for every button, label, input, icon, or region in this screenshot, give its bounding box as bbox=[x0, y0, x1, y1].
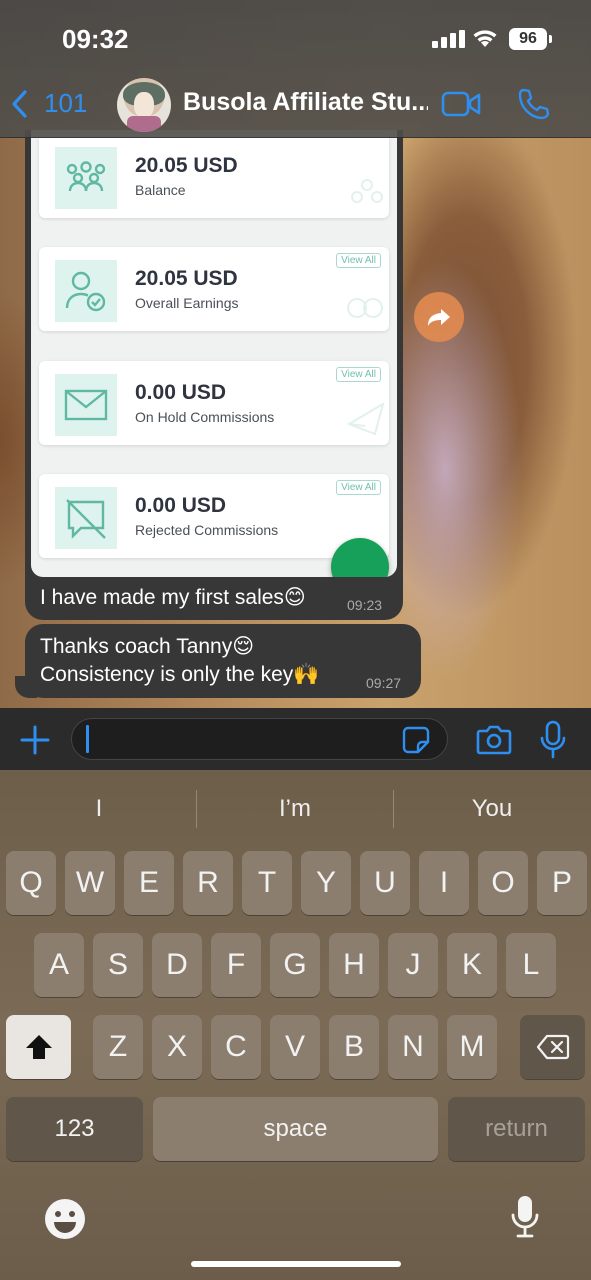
key-a[interactable]: A bbox=[34, 933, 84, 997]
key-c[interactable]: C bbox=[211, 1015, 261, 1079]
message-time: 09:23 bbox=[347, 597, 383, 613]
rejected-label: Rejected Commissions bbox=[135, 522, 279, 538]
key-u[interactable]: U bbox=[360, 851, 410, 915]
numbers-key[interactable]: 123 bbox=[6, 1097, 143, 1161]
users-watermark-icon bbox=[349, 177, 385, 214]
key-w[interactable]: W bbox=[65, 851, 115, 915]
key-l[interactable]: L bbox=[506, 933, 556, 997]
key-g[interactable]: G bbox=[270, 933, 320, 997]
chat-title[interactable]: Busola Affiliate Stu... bbox=[183, 88, 428, 117]
key-e[interactable]: E bbox=[124, 851, 174, 915]
key-p[interactable]: P bbox=[537, 851, 587, 915]
emoji-keyboard-icon[interactable] bbox=[44, 1198, 86, 1240]
delete-key[interactable] bbox=[520, 1015, 585, 1079]
suggestion-3[interactable]: You bbox=[394, 795, 590, 823]
key-q[interactable]: Q bbox=[6, 851, 56, 915]
rejected-commissions-card: View All 0.00 USD Rejected Commissions bbox=[39, 474, 389, 558]
sticker-icon[interactable] bbox=[402, 726, 430, 754]
suggestion-1[interactable]: I bbox=[1, 795, 197, 823]
rejected-amount: 0.00 USD bbox=[135, 494, 227, 517]
key-x[interactable]: X bbox=[152, 1015, 202, 1079]
key-j[interactable]: J bbox=[388, 933, 438, 997]
shift-key[interactable] bbox=[6, 1015, 71, 1079]
home-indicator bbox=[191, 1261, 401, 1267]
key-b[interactable]: B bbox=[329, 1015, 379, 1079]
overall-earnings-card: View All 20.05 USD Overall Earnings bbox=[39, 247, 389, 331]
share-arrow-icon bbox=[428, 309, 450, 326]
users-icon bbox=[55, 147, 117, 209]
key-v[interactable]: V bbox=[270, 1015, 320, 1079]
balance-amount: 20.05 USD bbox=[135, 154, 238, 177]
chevron-left-icon bbox=[12, 89, 27, 118]
key-i[interactable]: I bbox=[419, 851, 469, 915]
on-hold-label: On Hold Commissions bbox=[135, 409, 275, 425]
key-s[interactable]: S bbox=[93, 933, 143, 997]
forward-button[interactable] bbox=[414, 292, 464, 342]
message-off-icon bbox=[55, 487, 117, 549]
plus-icon[interactable] bbox=[19, 724, 51, 756]
key-t[interactable]: T bbox=[242, 851, 292, 915]
backspace-icon bbox=[536, 1034, 569, 1060]
message-time: 09:27 bbox=[366, 675, 402, 691]
view-all-link: View All bbox=[336, 480, 381, 495]
overall-earnings-amount: 20.05 USD bbox=[135, 267, 238, 290]
key-d[interactable]: D bbox=[152, 933, 202, 997]
shift-arrow-icon bbox=[25, 1035, 52, 1059]
camera-icon[interactable] bbox=[476, 723, 512, 755]
image-message-screenshot[interactable]: 20.05 USD Balance View All 20.05 USD Ove… bbox=[31, 130, 397, 577]
video-call-icon[interactable] bbox=[441, 90, 481, 118]
suggestion-2[interactable]: I’m bbox=[197, 795, 393, 823]
message-text-line: Thanks coach Tanny😌 bbox=[40, 635, 255, 658]
key-f[interactable]: F bbox=[211, 933, 261, 997]
return-key[interactable]: return bbox=[448, 1097, 585, 1161]
battery-indicator: 96 bbox=[509, 28, 552, 50]
key-r[interactable]: R bbox=[183, 851, 233, 915]
wifi-icon bbox=[473, 30, 497, 47]
user-watermark-icon bbox=[345, 294, 385, 327]
balance-label: Balance bbox=[135, 182, 186, 198]
balance-card: 20.05 USD Balance bbox=[39, 134, 389, 218]
key-h[interactable]: H bbox=[329, 933, 379, 997]
key-m[interactable]: M bbox=[447, 1015, 497, 1079]
key-k[interactable]: K bbox=[447, 933, 497, 997]
phone-call-icon[interactable] bbox=[516, 87, 550, 121]
microphone-icon[interactable] bbox=[540, 720, 566, 760]
message-text-line: Consistency is only the key🙌 bbox=[40, 663, 320, 686]
key-z[interactable]: Z bbox=[93, 1015, 143, 1079]
overall-earnings-label: Overall Earnings bbox=[135, 295, 239, 311]
space-key[interactable]: space bbox=[153, 1097, 438, 1161]
key-y[interactable]: Y bbox=[301, 851, 351, 915]
unread-count: 101 bbox=[44, 88, 88, 118]
envelope-icon bbox=[55, 374, 117, 436]
view-all-link: View All bbox=[336, 253, 381, 268]
text-caret bbox=[86, 725, 89, 753]
status-time: 09:32 bbox=[62, 24, 129, 54]
key-o[interactable]: O bbox=[478, 851, 528, 915]
cellular-signal-icon bbox=[432, 30, 465, 48]
dictation-mic-icon[interactable] bbox=[510, 1194, 540, 1240]
paper-plane-watermark-icon bbox=[346, 401, 385, 441]
view-all-link: View All bbox=[336, 367, 381, 382]
message-caption: I have made my first sales😊 bbox=[40, 586, 306, 609]
message-input[interactable] bbox=[71, 718, 448, 760]
avatar[interactable] bbox=[117, 78, 171, 132]
key-n[interactable]: N bbox=[388, 1015, 438, 1079]
on-hold-commissions-card: View All 0.00 USD On Hold Commissions bbox=[39, 361, 389, 445]
chat-header bbox=[0, 0, 591, 138]
on-hold-amount: 0.00 USD bbox=[135, 381, 227, 404]
back-button[interactable]: 101 bbox=[10, 88, 87, 119]
user-check-icon bbox=[55, 260, 117, 322]
